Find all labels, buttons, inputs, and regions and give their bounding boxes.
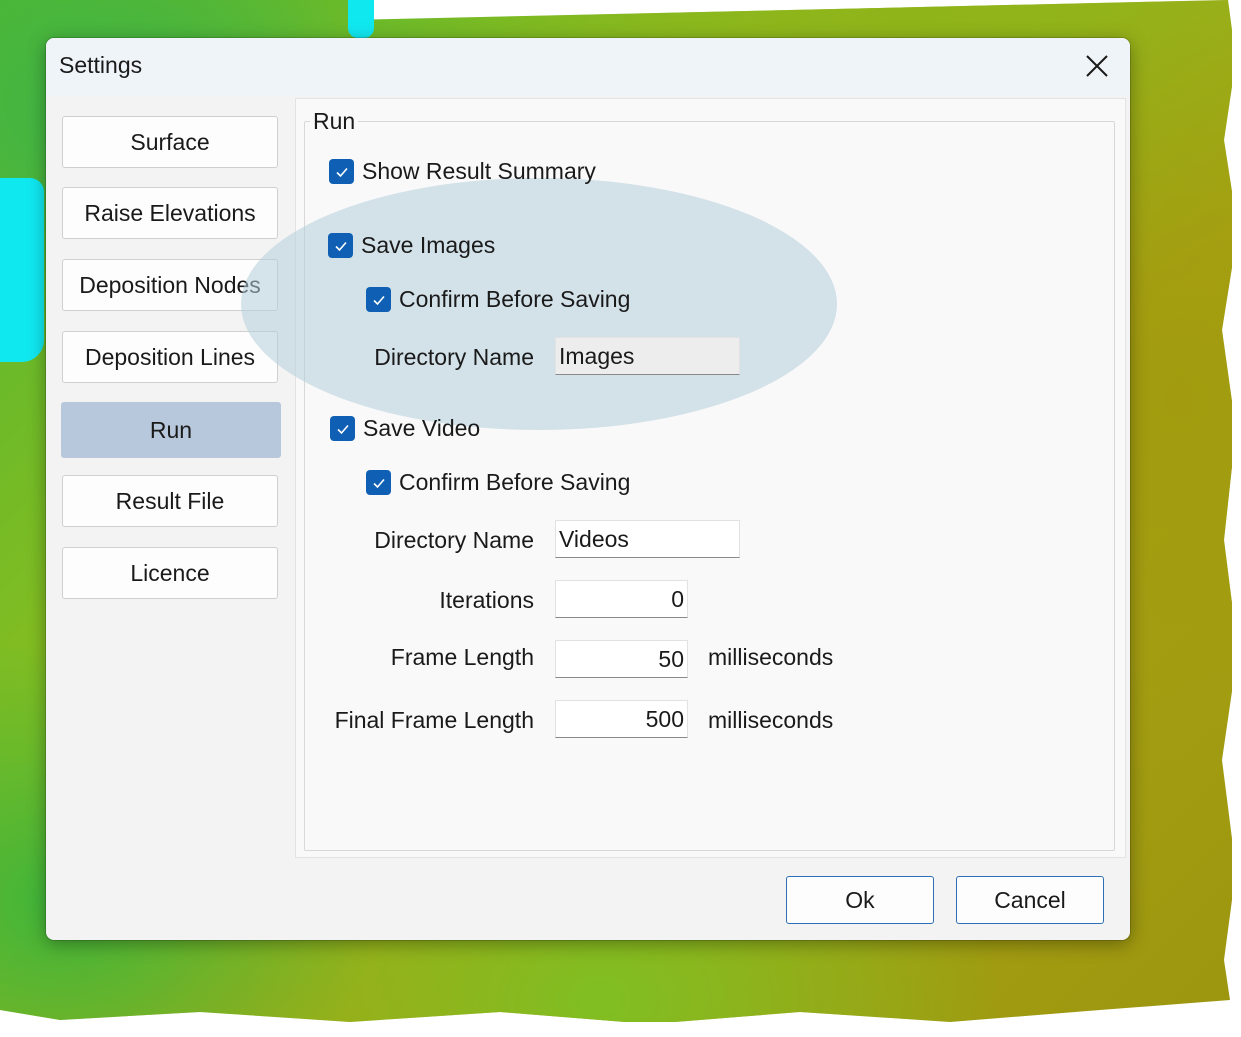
images-directory-label: Directory Name	[374, 344, 534, 370]
checkmark-icon	[372, 478, 385, 488]
save-video-checkbox[interactable]: Save Video	[330, 415, 480, 442]
checkmark-icon	[336, 424, 349, 434]
nav-label: Result File	[115, 487, 225, 514]
checkbox-label: Save Video	[363, 415, 481, 441]
nav-result-file-button[interactable]: Result File	[62, 475, 278, 527]
checkmark-icon	[334, 241, 347, 251]
cancel-label: Cancel	[994, 886, 1066, 913]
group-title: Run	[310, 108, 359, 135]
title-bar: Settings	[46, 38, 1130, 96]
checkbox-checked[interactable]	[328, 233, 353, 258]
cancel-button[interactable]: Cancel	[956, 876, 1104, 924]
nav-label: Deposition Nodes	[79, 271, 261, 298]
images-confirm-before-saving-checkbox[interactable]: Confirm Before Saving	[366, 286, 630, 313]
nav-run-button[interactable]: Run	[61, 402, 281, 458]
checkmark-icon	[335, 167, 348, 177]
frame-length-unit: milliseconds	[708, 644, 834, 670]
final-frame-length-unit: milliseconds	[708, 707, 834, 733]
iterations-input[interactable]	[555, 580, 688, 618]
iterations-label: Iterations	[439, 587, 534, 613]
ok-label: Ok	[845, 886, 875, 913]
checkbox-checked[interactable]	[366, 470, 391, 495]
checkbox-label: Show Result Summary	[362, 158, 596, 184]
checkbox-checked[interactable]	[329, 159, 354, 184]
video-confirm-before-saving-checkbox[interactable]: Confirm Before Saving	[366, 469, 630, 496]
checkbox-label: Confirm Before Saving	[399, 469, 631, 495]
water-area	[0, 178, 44, 362]
nav-raise-elevations-button[interactable]: Raise Elevations	[62, 187, 278, 239]
dialog-title: Settings	[59, 52, 143, 78]
nav-deposition-lines-button[interactable]: Deposition Lines	[62, 331, 278, 383]
final-frame-length-label: Final Frame Length	[334, 707, 534, 733]
nav-surface-button[interactable]: Surface	[62, 116, 278, 168]
nav-label: Deposition Lines	[84, 343, 256, 370]
checkmark-icon	[372, 295, 385, 305]
close-button[interactable]	[1074, 46, 1120, 86]
checkbox-checked[interactable]	[330, 416, 355, 441]
show-result-summary-checkbox[interactable]: Show Result Summary	[329, 158, 596, 185]
images-directory-input[interactable]	[555, 337, 740, 375]
video-directory-label: Directory Name	[374, 527, 534, 553]
final-frame-length-input[interactable]	[555, 700, 688, 738]
settings-dialog: Settings Surface Raise Elevations Deposi…	[46, 38, 1130, 940]
close-icon	[1086, 55, 1108, 77]
checkbox-label: Confirm Before Saving	[399, 286, 631, 312]
nav-label: Licence	[130, 559, 210, 586]
save-images-checkbox[interactable]: Save Images	[328, 232, 495, 259]
nav-label: Raise Elevations	[84, 199, 256, 226]
video-directory-input[interactable]	[555, 520, 740, 558]
nav-label: Run	[149, 416, 193, 443]
checkbox-checked[interactable]	[366, 287, 391, 312]
frame-length-input[interactable]	[555, 640, 688, 678]
water-area	[348, 0, 374, 38]
ok-button[interactable]: Ok	[786, 876, 934, 924]
checkbox-label: Save Images	[361, 232, 496, 258]
nav-label: Surface	[130, 128, 210, 155]
frame-length-label: Frame Length	[390, 644, 534, 670]
nav-licence-button[interactable]: Licence	[62, 547, 278, 599]
